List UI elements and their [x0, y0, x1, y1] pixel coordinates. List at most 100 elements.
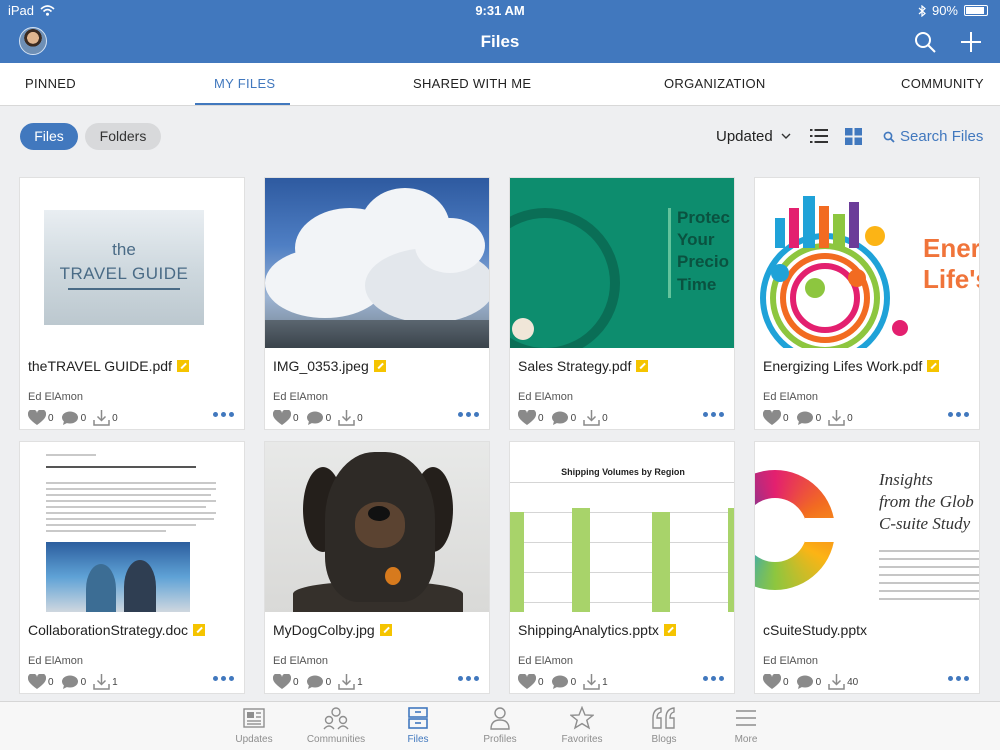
file-thumbnail	[265, 178, 489, 348]
search-files-label: Search Files	[900, 128, 984, 145]
comments-count: 0	[815, 676, 822, 688]
download-icon[interactable]	[93, 674, 110, 690]
files-icon	[408, 707, 428, 729]
more-actions-icon[interactable]	[703, 412, 724, 417]
heart-icon[interactable]	[518, 410, 536, 426]
file-name-text: MyDogColby.jpg	[273, 622, 375, 638]
nav-favorites[interactable]: Favorites	[542, 706, 622, 745]
profiles-icon	[490, 707, 510, 730]
files-segment-button[interactable]: Files	[20, 123, 78, 150]
file-card[interactable]: Protec Your Precio Time Sales Strategy.p…	[509, 177, 735, 430]
file-stats: 0 0 1	[273, 674, 370, 690]
document-photo	[46, 542, 190, 612]
search-files-button[interactable]: Search Files	[883, 128, 983, 145]
comment-icon[interactable]	[551, 411, 569, 426]
thumbnail-text: TRAVEL GUIDE	[59, 264, 189, 283]
file-card[interactable]: IMG_0353.jpeg Ed ElAmon 0 0 0	[264, 177, 490, 430]
file-card[interactable]: Ener Life's Energizing Lifes Work.pdf Ed…	[754, 177, 980, 430]
divider	[68, 288, 180, 290]
comment-icon[interactable]	[306, 411, 324, 426]
downloads-count: 0	[357, 412, 363, 424]
file-author: Ed ElAmon	[518, 391, 574, 403]
more-icon	[736, 710, 756, 726]
downloads-count: 1	[602, 676, 608, 688]
tab-pinned[interactable]: PINNED	[25, 63, 76, 106]
heart-icon[interactable]	[28, 410, 46, 426]
file-name: Energizing Lifes Work.pdf	[763, 358, 940, 374]
heart-icon[interactable]	[28, 674, 46, 690]
more-actions-icon[interactable]	[213, 412, 234, 417]
downloads-count: 0	[847, 412, 853, 424]
comment-icon[interactable]	[306, 675, 324, 690]
communities-icon	[323, 707, 349, 730]
more-actions-icon[interactable]	[948, 676, 969, 681]
search-icon[interactable]	[913, 30, 937, 54]
list-view-icon[interactable]	[810, 128, 828, 144]
download-icon[interactable]	[583, 410, 600, 426]
comment-icon[interactable]	[796, 675, 814, 690]
favorites-icon	[570, 706, 594, 730]
file-card[interactable]: CollaborationStrategy.doc Ed ElAmon 0 0 …	[19, 441, 245, 694]
more-actions-icon[interactable]	[458, 412, 479, 417]
download-icon[interactable]	[583, 674, 600, 690]
file-name-text: CollaborationStrategy.doc	[28, 622, 189, 638]
more-actions-icon[interactable]	[213, 676, 234, 681]
tab-organization[interactable]: ORGANIZATION	[664, 63, 766, 106]
thumbnail-text: Precio	[677, 252, 729, 271]
more-actions-icon[interactable]	[948, 412, 969, 417]
comment-icon[interactable]	[61, 675, 79, 690]
download-icon[interactable]	[828, 674, 845, 690]
comments-count: 0	[815, 412, 822, 424]
likes-count: 0	[293, 676, 299, 688]
comment-icon[interactable]	[61, 411, 79, 426]
file-stats: 0 0 1	[518, 674, 615, 690]
sort-dropdown[interactable]: Updated	[716, 128, 791, 145]
download-icon[interactable]	[828, 410, 845, 426]
file-author: Ed ElAmon	[763, 391, 819, 403]
comment-icon[interactable]	[551, 675, 569, 690]
nav-blogs[interactable]: Blogs	[624, 706, 704, 745]
active-tab-indicator	[195, 103, 290, 105]
nav-profiles[interactable]: Profiles	[460, 706, 540, 745]
divider	[668, 208, 671, 298]
comment-icon[interactable]	[796, 411, 814, 426]
external-link-icon	[373, 360, 386, 372]
sort-label: Updated	[716, 128, 773, 145]
nav-more[interactable]: More	[706, 706, 786, 745]
more-actions-icon[interactable]	[703, 676, 724, 681]
file-stats: 0 0 0	[763, 410, 860, 426]
file-card[interactable]: the TRAVEL GUIDE theTRAVEL GUIDE.pdf Ed …	[19, 177, 245, 430]
file-card[interactable]: MyDogColby.jpg Ed ElAmon 0 0 1	[264, 441, 490, 694]
grid-view-icon[interactable]	[845, 128, 862, 145]
nav-updates[interactable]: Updates	[214, 706, 294, 745]
download-icon[interactable]	[338, 674, 355, 690]
heart-icon[interactable]	[763, 674, 781, 690]
nav-files[interactable]: Files	[378, 706, 458, 745]
file-card[interactable]: Insights from the Glob C-suite Study cSu…	[754, 441, 980, 694]
status-right: 90%	[918, 3, 988, 18]
file-thumbnail: Ener Life's	[755, 178, 979, 348]
heart-icon[interactable]	[273, 410, 291, 426]
chevron-down-icon	[781, 133, 791, 139]
heart-icon[interactable]	[763, 410, 781, 426]
external-link-icon	[927, 360, 940, 372]
tab-my-files[interactable]: MY FILES	[214, 63, 275, 106]
downloads-count: 0	[602, 412, 608, 424]
file-name-text: theTRAVEL GUIDE.pdf	[28, 358, 172, 374]
heart-icon[interactable]	[273, 674, 291, 690]
nav-label: Blogs	[651, 734, 677, 745]
tab-shared-with-me[interactable]: SHARED WITH ME	[413, 63, 531, 106]
add-icon[interactable]	[958, 29, 984, 55]
download-icon[interactable]	[93, 410, 110, 426]
file-name: MyDogColby.jpg	[273, 622, 392, 638]
download-icon[interactable]	[338, 410, 355, 426]
file-card[interactable]: Shipping Volumes by Region ShippingAnaly…	[509, 441, 735, 694]
file-name: cSuiteStudy.pptx	[763, 622, 867, 638]
comments-count: 0	[80, 676, 87, 688]
comments-count: 0	[325, 412, 332, 424]
tab-community[interactable]: COMMUNITY	[901, 63, 984, 106]
nav-communities[interactable]: Communities	[296, 706, 376, 745]
more-actions-icon[interactable]	[458, 676, 479, 681]
folders-segment-button[interactable]: Folders	[85, 123, 161, 150]
heart-icon[interactable]	[518, 674, 536, 690]
